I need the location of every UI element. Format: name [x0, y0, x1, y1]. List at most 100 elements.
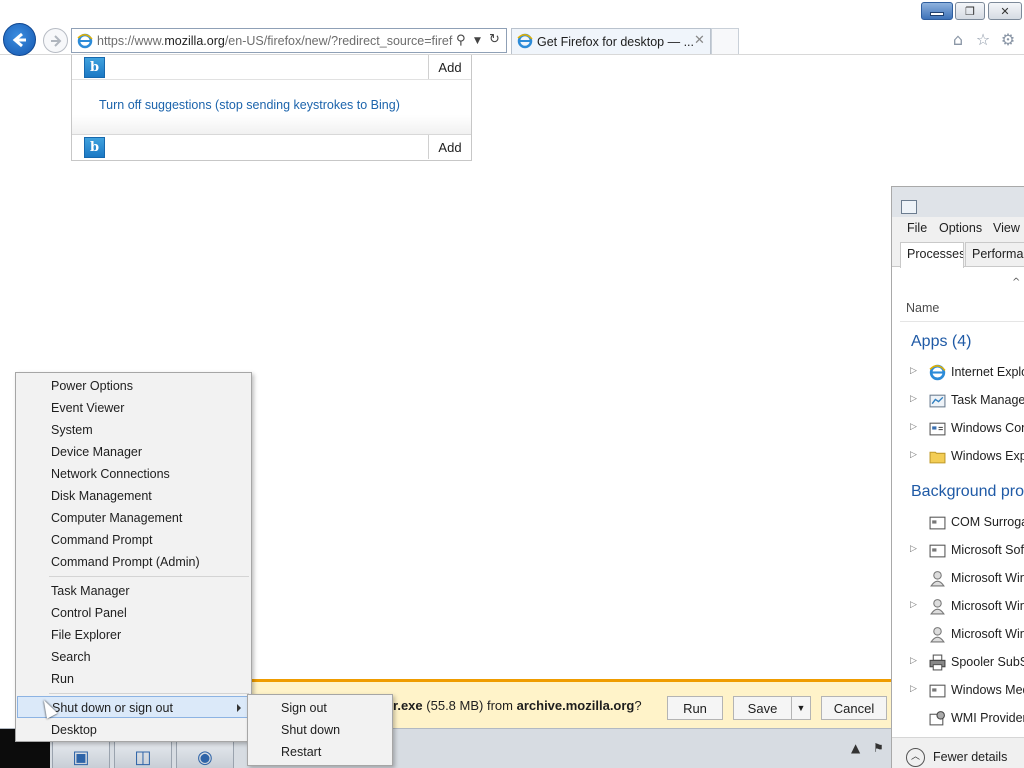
menu-item-control-panel[interactable]: Control Panel	[17, 602, 250, 624]
taskmanager-icon: ◫	[134, 747, 152, 768]
minimize-button[interactable]	[921, 2, 953, 20]
tab-performance[interactable]: Performar	[965, 242, 1024, 266]
process-row[interactable]: Microsoft Win	[900, 621, 1024, 649]
tray-arrow-icon[interactable]: ▲	[851, 741, 860, 755]
process-row[interactable]: WMI Provider	[900, 705, 1024, 733]
expand-icon[interactable]: ▷	[910, 366, 917, 376]
turn-off-suggestions-link[interactable]: Turn off suggestions (stop sending keyst…	[99, 98, 400, 112]
forward-arrow-icon	[50, 34, 61, 47]
restore-button[interactable]: ❐	[955, 2, 985, 20]
process-row[interactable]: ▷ Microsoft Win	[900, 593, 1024, 621]
menu-item-file-explorer[interactable]: File Explorer	[17, 624, 250, 646]
submenu-item-shut-down[interactable]: Shut down	[249, 719, 391, 741]
search-provider-row[interactable]: b Add	[72, 134, 471, 159]
gears-icon	[929, 711, 945, 726]
column-name: Name	[906, 301, 940, 315]
search-suggestions-panel: b Add Turn off suggestions (stop sending…	[71, 55, 472, 161]
menu-item-system[interactable]: System	[17, 419, 250, 441]
action-center-flag-icon[interactable]: ⚑	[873, 741, 884, 755]
run-button[interactable]: Run	[667, 696, 723, 720]
save-options-dropdown[interactable]: ▼	[791, 696, 811, 720]
expand-icon[interactable]: ▷	[910, 544, 917, 554]
fewer-details-button[interactable]: ︿ Fewer details	[892, 737, 1024, 768]
dropdown-icon[interactable]: ▼	[474, 36, 481, 46]
process-row[interactable]: ▷ Task Manager	[900, 387, 1024, 415]
process-row[interactable]: ▷ Microsoft Soft	[900, 537, 1024, 565]
forward-button[interactable]	[43, 28, 68, 53]
expand-icon[interactable]: ▷	[910, 422, 917, 432]
task-manager-tabs: Processes Performar	[892, 239, 1024, 268]
menu-view[interactable]: View	[993, 221, 1020, 235]
menu-separator	[49, 693, 249, 694]
expand-icon[interactable]: ▷	[910, 600, 917, 610]
user-icon	[930, 627, 945, 643]
menu-item-device-manager[interactable]: Device Manager	[17, 441, 250, 463]
submenu-arrow-icon	[237, 704, 241, 712]
process-row[interactable]: ▷ Windows Med	[900, 677, 1024, 705]
process-name: Windows Expl	[951, 449, 1024, 463]
apps-group-header: Apps (4)	[911, 333, 972, 350]
add-provider-button[interactable]: Add	[428, 55, 471, 79]
address-bar[interactable]: https://www.mozilla.org/en-US/firefox/ne…	[71, 28, 507, 53]
window-icon	[929, 544, 946, 558]
suggestion-provider-row[interactable]: b Add	[72, 55, 471, 80]
menu-file[interactable]: File	[907, 221, 927, 235]
menu-separator	[49, 576, 249, 577]
menu-item-search[interactable]: Search	[17, 646, 250, 668]
console-icon	[929, 422, 946, 436]
process-row[interactable]: Microsoft Win	[900, 565, 1024, 593]
expand-icon[interactable]: ▷	[910, 450, 917, 460]
tab-close-icon[interactable]: ✕	[694, 33, 705, 48]
save-button[interactable]: Save	[733, 696, 792, 720]
task-manager-titlebar[interactable]	[892, 187, 1024, 217]
cancel-button[interactable]: Cancel	[821, 696, 887, 720]
menu-item-disk-management[interactable]: Disk Management	[17, 485, 250, 507]
submenu-item-restart[interactable]: Restart	[249, 741, 391, 763]
close-window-button[interactable]: ✕	[988, 2, 1022, 20]
settings-gear-icon[interactable]: ⚙	[998, 30, 1018, 50]
bing-logo-icon: b	[84, 57, 105, 78]
new-tab-button[interactable]	[711, 28, 739, 54]
column-header[interactable]: ^ Name	[900, 267, 1024, 322]
process-row[interactable]: ▷ Windows Expl	[900, 443, 1024, 471]
submenu-item-sign-out[interactable]: Sign out	[249, 697, 391, 719]
panel-divider	[72, 115, 471, 134]
process-row[interactable]: COM Surrogat	[900, 509, 1024, 537]
back-button[interactable]	[3, 23, 36, 56]
menu-item-command-prompt-admin[interactable]: Command Prompt (Admin)	[17, 551, 250, 573]
process-row[interactable]: ▷ Windows Con	[900, 415, 1024, 443]
tab-processes[interactable]: Processes	[900, 242, 964, 268]
printer-icon	[929, 654, 946, 671]
process-row[interactable]: ▷ Internet Explor	[900, 359, 1024, 387]
menu-item-command-prompt[interactable]: Command Prompt	[17, 529, 250, 551]
address-url[interactable]: https://www.mozilla.org/en-US/firefox/ne…	[97, 34, 453, 48]
chevron-up-icon: ︿	[906, 748, 925, 767]
menu-options[interactable]: Options	[939, 221, 982, 235]
menu-item-desktop[interactable]: Desktop	[17, 719, 250, 741]
menu-item-network-connections[interactable]: Network Connections	[17, 463, 250, 485]
expand-icon[interactable]: ▷	[910, 684, 917, 694]
expand-icon[interactable]: ▷	[910, 394, 917, 404]
home-icon[interactable]: ⌂	[948, 30, 968, 50]
expand-icon[interactable]: ▷	[910, 656, 917, 666]
favorites-star-icon[interactable]: ☆	[973, 30, 993, 50]
process-name: Internet Explor	[951, 365, 1024, 379]
menu-item-task-manager[interactable]: Task Manager	[17, 580, 250, 602]
minimize-icon	[930, 12, 944, 16]
menu-item-computer-management[interactable]: Computer Management	[17, 507, 250, 529]
menu-item-run[interactable]: Run	[17, 668, 250, 690]
user-icon	[930, 571, 945, 587]
process-name: Microsoft Win	[951, 599, 1024, 613]
menu-item-power-options[interactable]: Power Options	[17, 375, 250, 397]
search-icon[interactable]: ⚲	[456, 33, 466, 48]
add-search-provider-button[interactable]: Add	[428, 135, 471, 159]
process-name: Task Manager	[951, 393, 1024, 407]
taskmanager-icon	[901, 200, 917, 214]
menu-item-event-viewer[interactable]: Event Viewer	[17, 397, 250, 419]
tab-firefox-download[interactable]: Get Firefox for desktop — ... ✕	[511, 28, 711, 54]
user-icon	[930, 599, 945, 615]
process-row[interactable]: ▷ Spooler SubSy	[900, 649, 1024, 677]
task-manager-menubar: File Options View	[892, 217, 1024, 239]
taskmanager-icon	[929, 394, 946, 408]
refresh-icon[interactable]: ↻	[489, 32, 500, 47]
